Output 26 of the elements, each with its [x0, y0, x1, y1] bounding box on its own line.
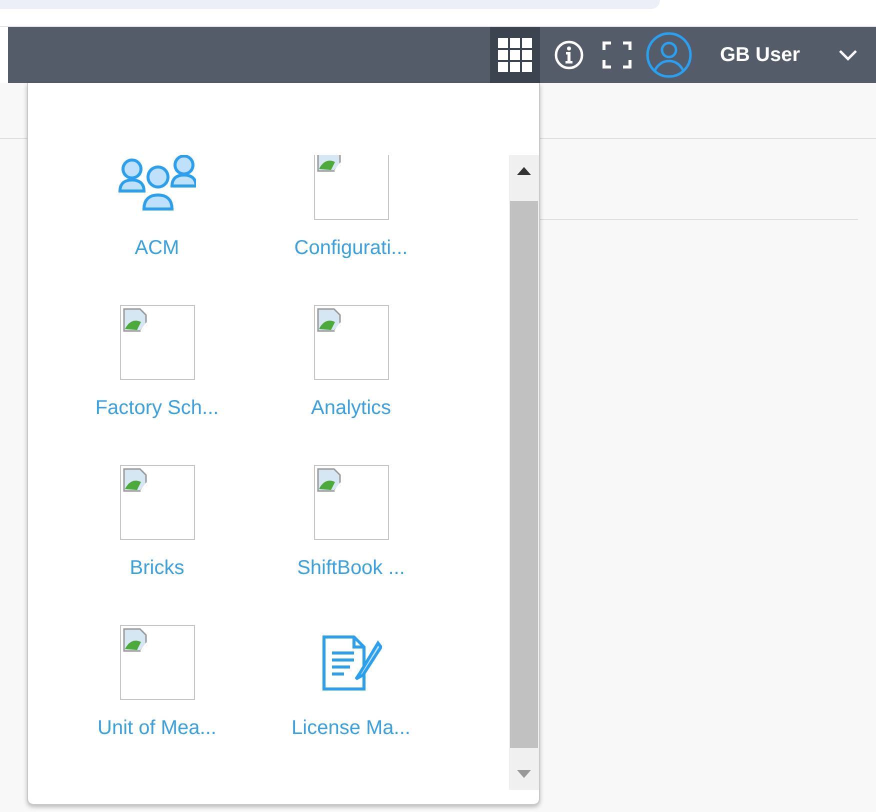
- info-icon[interactable]: [554, 40, 584, 70]
- app-grid-button[interactable]: [490, 27, 540, 83]
- scroll-down-icon[interactable]: [517, 770, 531, 778]
- app-label[interactable]: License Ma...: [292, 716, 410, 740]
- app-label[interactable]: Analytics: [310, 396, 392, 420]
- broken-image-icon[interactable]: [314, 305, 388, 380]
- app-label[interactable]: Unit of Mea...: [98, 716, 216, 740]
- app-label[interactable]: ACM: [134, 236, 180, 260]
- app-label[interactable]: Bricks: [130, 556, 184, 580]
- app-label[interactable]: Configurati...: [294, 236, 408, 260]
- scrollbar[interactable]: [509, 155, 539, 790]
- broken-image-icon[interactable]: [120, 625, 194, 700]
- broken-image-icon[interactable]: [314, 465, 388, 540]
- broken-image-icon[interactable]: [120, 305, 194, 380]
- scroll-up-icon[interactable]: [517, 167, 531, 175]
- app-label[interactable]: Factory Sch...: [95, 396, 219, 420]
- broken-image-icon[interactable]: [314, 155, 388, 220]
- fullscreen-icon[interactable]: [602, 41, 632, 69]
- avatar-icon[interactable]: [646, 32, 692, 78]
- app-label[interactable]: ShiftBook ...: [297, 556, 405, 580]
- document-pen-icon[interactable]: [320, 632, 382, 692]
- scrollbar-thumb[interactable]: [510, 201, 538, 748]
- broken-image-icon[interactable]: [120, 465, 194, 540]
- people-icon[interactable]: [118, 155, 196, 210]
- chevron-down-icon[interactable]: [838, 49, 858, 61]
- user-name[interactable]: GB User: [720, 44, 800, 66]
